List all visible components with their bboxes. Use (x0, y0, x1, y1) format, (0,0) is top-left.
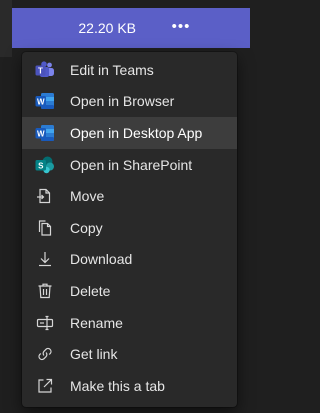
menu-item-get-link[interactable]: Get link (22, 338, 237, 370)
menu-item-label: Edit in Teams (70, 61, 154, 78)
menu-item-label: Open in SharePoint (70, 156, 193, 173)
menu-item-open-in-desktop-app[interactable]: W Open in Desktop App (22, 117, 237, 149)
menu-item-label: Make this a tab (70, 377, 165, 394)
file-size: 22.20 KB (78, 20, 136, 36)
menu-item-label: Get link (70, 346, 118, 363)
menu-item-copy[interactable]: Copy (22, 212, 237, 244)
menu-item-label: Open in Desktop App (70, 124, 203, 141)
row-gutter (0, 0, 12, 57)
menu-item-edit-in-teams[interactable]: T Edit in Teams (22, 54, 237, 86)
more-options-button[interactable]: ••• (167, 14, 195, 38)
menu-item-download[interactable]: Download (22, 244, 237, 276)
link-icon (34, 344, 56, 364)
context-menu: T Edit in Teams W Open in Browser W Open… (22, 52, 237, 407)
menu-item-move[interactable]: Move (22, 180, 237, 212)
menu-item-rename[interactable]: Rename (22, 307, 237, 339)
menu-item-label: Open in Browser (70, 93, 175, 110)
copy-icon (34, 218, 56, 238)
svg-text:T: T (38, 66, 43, 75)
menu-item-delete[interactable]: Delete (22, 275, 237, 307)
menu-item-label: Download (70, 251, 133, 268)
delete-icon (34, 281, 56, 301)
teams-icon: T (34, 60, 56, 80)
rename-icon (34, 313, 56, 333)
menu-item-label: Rename (70, 314, 123, 331)
word-icon: W (34, 91, 56, 111)
menu-item-label: Move (70, 188, 105, 205)
sharepoint-icon: S (34, 155, 56, 175)
download-icon (34, 249, 56, 269)
menu-item-open-in-sharepoint[interactable]: S Open in SharePoint (22, 149, 237, 181)
svg-text:S: S (38, 161, 44, 170)
move-icon (34, 186, 56, 206)
word-icon: W (34, 123, 56, 143)
menu-item-make-this-a-tab[interactable]: Make this a tab (22, 370, 237, 402)
menu-item-label: Copy (70, 219, 103, 236)
svg-text:W: W (37, 98, 45, 107)
menu-item-open-in-browser[interactable]: W Open in Browser (22, 86, 237, 118)
menu-item-label: Delete (70, 282, 111, 299)
open-external-icon (34, 376, 56, 396)
file-row: 22.20 KB ••• (0, 0, 250, 57)
svg-text:W: W (37, 129, 45, 138)
